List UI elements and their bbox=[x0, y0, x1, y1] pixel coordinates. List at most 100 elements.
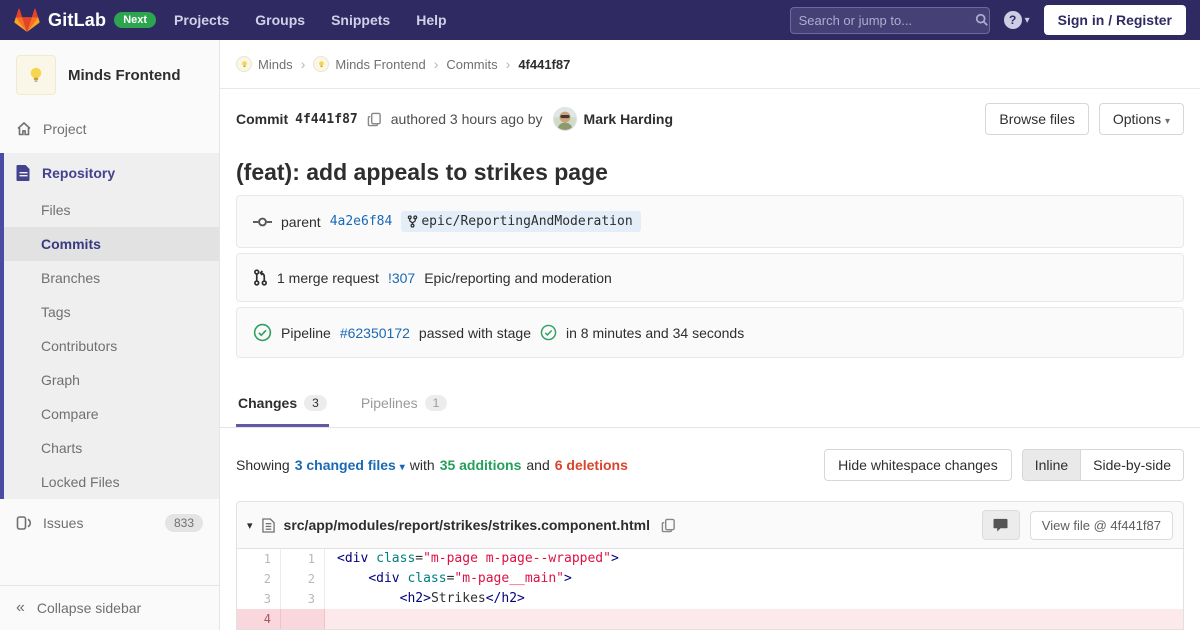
author-avatar[interactable] bbox=[553, 107, 577, 131]
hide-whitespace-button[interactable]: Hide whitespace changes bbox=[824, 449, 1012, 481]
inline-view-button[interactable]: Inline bbox=[1022, 449, 1081, 481]
sidebar-item-project[interactable]: Project bbox=[0, 109, 219, 149]
deletions-count: 6 deletions bbox=[555, 457, 628, 473]
project-name: Minds Frontend bbox=[68, 67, 181, 84]
with-label: with bbox=[410, 457, 435, 473]
project-avatar bbox=[16, 55, 56, 95]
sidebar-item-contributors[interactable]: Contributors bbox=[4, 329, 219, 363]
group-avatar bbox=[236, 56, 252, 72]
main-content: Minds › Minds Frontend › Commits › 4f441… bbox=[220, 40, 1200, 630]
sidebar-item-charts[interactable]: Charts bbox=[4, 431, 219, 465]
diff-file-header: ▾ src/app/modules/report/strikes/strikes… bbox=[237, 502, 1183, 549]
parent-label: parent bbox=[281, 214, 321, 230]
sidebar-item-label: Issues bbox=[43, 515, 83, 531]
nav-link-help[interactable]: Help bbox=[416, 12, 446, 28]
breadcrumb-separator: › bbox=[434, 56, 439, 72]
side-by-side-view-button[interactable]: Side-by-side bbox=[1081, 449, 1184, 481]
caret-down-icon: ▾ bbox=[1165, 116, 1170, 127]
sidebar-item-locked-files[interactable]: Locked Files bbox=[4, 465, 219, 499]
pipeline-id-link[interactable]: #62350172 bbox=[340, 325, 410, 341]
mr-ref-link[interactable]: !307 bbox=[388, 270, 415, 286]
sidebar-item-files[interactable]: Files bbox=[4, 193, 219, 227]
project-sidebar: Minds Frontend Project Repository Files … bbox=[0, 40, 220, 630]
and-label: and bbox=[526, 457, 549, 473]
new-line-number[interactable]: 1 bbox=[281, 549, 325, 569]
commit-meta-row: Commit 4f441f87 authored 3 hours ago by … bbox=[220, 89, 1200, 135]
breadcrumb-minds-frontend[interactable]: Minds Frontend bbox=[313, 56, 425, 72]
sidebar-item-graph[interactable]: Graph bbox=[4, 363, 219, 397]
sidebar-section-repository: Repository Files Commits Branches Tags C… bbox=[0, 153, 219, 499]
tab-changes[interactable]: Changes 3 bbox=[236, 384, 329, 427]
breadcrumb-separator: › bbox=[301, 56, 306, 72]
project-context-header[interactable]: Minds Frontend bbox=[0, 40, 219, 109]
top-navbar: GitLab Next Projects Groups Snippets Hel… bbox=[0, 0, 1200, 40]
view-file-button[interactable]: View file @ 4f441f87 bbox=[1030, 511, 1173, 540]
sign-in-register-button[interactable]: Sign in / Register bbox=[1044, 5, 1186, 35]
mr-count-text: 1 merge request bbox=[277, 270, 379, 286]
new-line-number[interactable]: 2 bbox=[281, 569, 325, 589]
breadcrumb-minds[interactable]: Minds bbox=[236, 56, 293, 72]
search-input[interactable] bbox=[799, 13, 975, 28]
old-line-number[interactable]: 3 bbox=[237, 589, 281, 609]
collapse-label: Collapse sidebar bbox=[37, 600, 141, 616]
pipeline-status-passed-icon bbox=[253, 323, 272, 342]
parent-commit-box: parent 4a2e6f84 epic/ReportingAndModerat… bbox=[236, 195, 1184, 248]
breadcrumb-separator: › bbox=[506, 56, 511, 72]
code-line bbox=[325, 609, 1183, 629]
file-path[interactable]: src/app/modules/report/strikes/strikes.c… bbox=[284, 517, 650, 533]
sidebar-item-tags[interactable]: Tags bbox=[4, 295, 219, 329]
code-line: <div class="m-page m-page--wrapped"> bbox=[325, 549, 1183, 569]
nav-link-snippets[interactable]: Snippets bbox=[331, 12, 390, 28]
document-icon bbox=[16, 165, 31, 181]
branch-ref-badge[interactable]: epic/ReportingAndModeration bbox=[401, 211, 640, 232]
file-icon bbox=[262, 518, 275, 533]
nav-link-groups[interactable]: Groups bbox=[255, 12, 305, 28]
stage-passed-icon[interactable] bbox=[540, 324, 557, 341]
help-menu[interactable]: ? ▾ bbox=[1004, 11, 1030, 29]
collapse-file-caret-icon[interactable]: ▾ bbox=[247, 519, 253, 532]
global-search[interactable] bbox=[790, 7, 990, 34]
issues-icon bbox=[16, 515, 32, 531]
sidebar-item-repository[interactable]: Repository bbox=[4, 153, 219, 193]
brand-name: GitLab bbox=[48, 10, 106, 31]
diff-rows: 11<div class="m-page m-page--wrapped">22… bbox=[237, 549, 1183, 629]
toggle-comments-button[interactable] bbox=[982, 510, 1020, 540]
code-line: <h2>Strikes</h2> bbox=[325, 589, 1183, 609]
copy-sha-button[interactable] bbox=[365, 112, 384, 127]
commit-tabs: Changes 3 Pipelines 1 bbox=[220, 384, 1200, 428]
sidebar-item-issues[interactable]: Issues 833 bbox=[0, 501, 219, 545]
pipeline-status-box: Pipeline #62350172 passed with stage in … bbox=[236, 307, 1184, 358]
new-line-number[interactable]: 3 bbox=[281, 589, 325, 609]
tab-label: Pipelines bbox=[361, 395, 418, 411]
home-icon bbox=[16, 121, 32, 137]
old-line-number[interactable]: 2 bbox=[237, 569, 281, 589]
options-label: Options bbox=[1113, 111, 1161, 127]
sidebar-item-commits[interactable]: Commits bbox=[4, 227, 219, 261]
diff-row: 4 bbox=[237, 609, 1183, 629]
collapse-sidebar-button[interactable]: « Collapse sidebar bbox=[0, 585, 219, 630]
new-line-number[interactable] bbox=[281, 609, 325, 629]
nav-link-projects[interactable]: Projects bbox=[174, 12, 229, 28]
sidebar-item-branches[interactable]: Branches bbox=[4, 261, 219, 295]
commit-icon bbox=[253, 215, 272, 229]
changed-files-label: 3 changed files bbox=[295, 457, 396, 473]
comment-bubble-icon bbox=[993, 518, 1008, 532]
merge-request-box: 1 merge request !307 Epic/reporting and … bbox=[236, 253, 1184, 302]
branch-name: epic/ReportingAndModeration bbox=[421, 214, 632, 229]
changes-count-badge: 3 bbox=[304, 395, 327, 411]
old-line-number[interactable]: 1 bbox=[237, 549, 281, 569]
gitlab-brand[interactable]: GitLab Next bbox=[14, 7, 156, 33]
pipeline-status-text: passed with stage bbox=[419, 325, 531, 341]
browse-files-button[interactable]: Browse files bbox=[985, 103, 1088, 135]
parent-sha-link[interactable]: 4a2e6f84 bbox=[330, 214, 393, 229]
commit-label: Commit bbox=[236, 111, 288, 127]
author-name[interactable]: Mark Harding bbox=[584, 111, 673, 127]
copy-file-path-button[interactable] bbox=[659, 518, 678, 533]
tab-pipelines[interactable]: Pipelines 1 bbox=[359, 384, 450, 427]
options-dropdown-button[interactable]: Options ▾ bbox=[1099, 103, 1184, 135]
changed-files-dropdown[interactable]: 3 changed files ▾ bbox=[295, 457, 405, 473]
showing-label: Showing bbox=[236, 457, 290, 473]
sidebar-item-compare[interactable]: Compare bbox=[4, 397, 219, 431]
breadcrumb-commits[interactable]: Commits bbox=[446, 57, 497, 72]
old-line-number[interactable]: 4 bbox=[237, 609, 281, 629]
